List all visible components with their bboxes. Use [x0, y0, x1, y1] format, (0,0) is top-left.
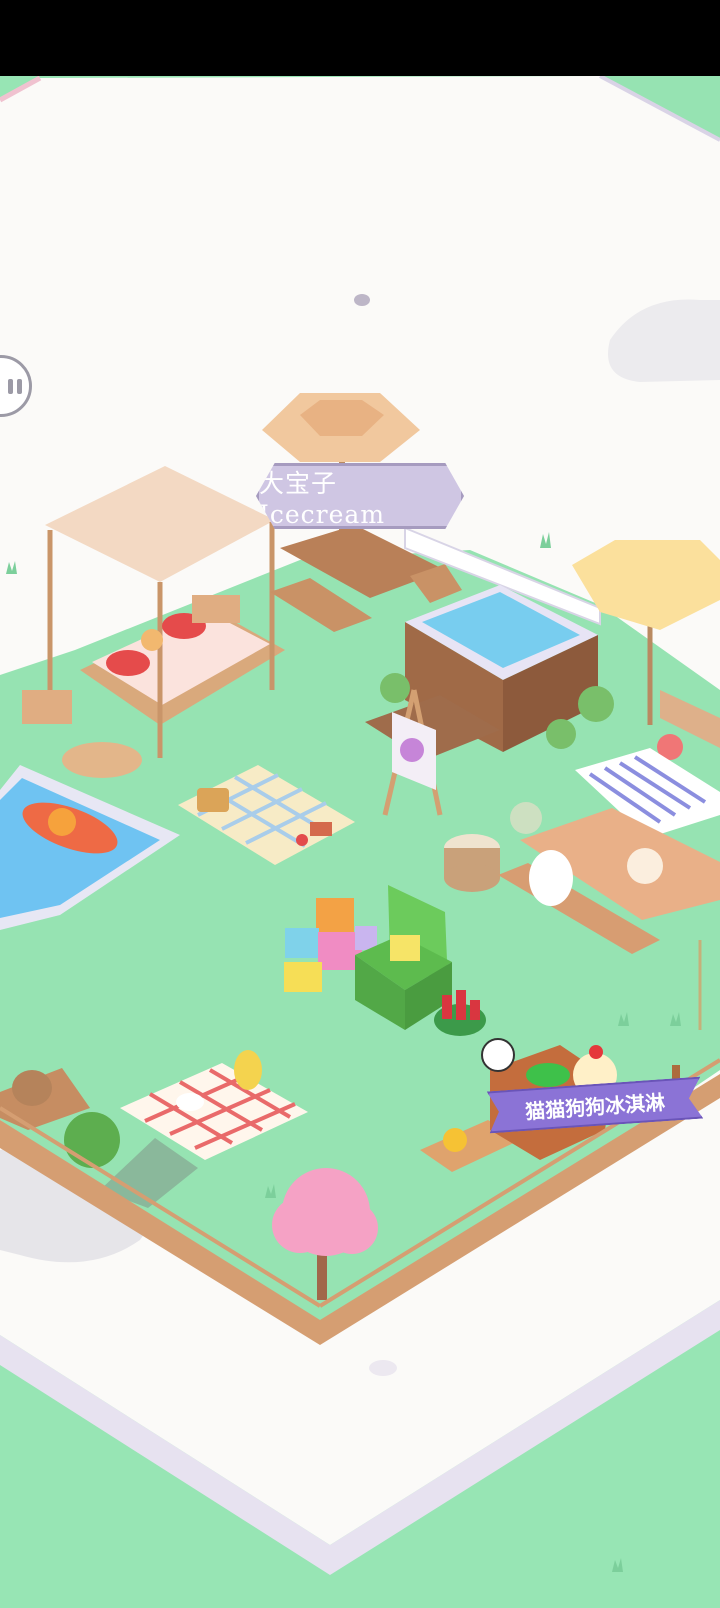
banana-cat-pet[interactable] [234, 1050, 262, 1090]
cherry-topping[interactable] [589, 1045, 603, 1059]
garden-name-sign[interactable]: 大宝子 Icecream [256, 463, 464, 529]
drink-cup[interactable] [510, 802, 542, 834]
game-scene[interactable] [0, 0, 720, 1608]
book[interactable] [310, 822, 332, 836]
cake-plate[interactable] [176, 1093, 204, 1111]
doormat[interactable] [62, 742, 142, 778]
white-dog-pet[interactable] [529, 850, 573, 906]
pause-icon [8, 378, 22, 394]
potted-plant[interactable] [380, 673, 410, 703]
frog-pet[interactable] [526, 1063, 570, 1087]
side-table[interactable] [192, 595, 240, 623]
pebble [354, 294, 370, 306]
lion-pet[interactable] [48, 808, 76, 836]
potted-plant[interactable] [578, 686, 614, 722]
status-bar [0, 0, 720, 76]
bush[interactable] [64, 1112, 120, 1168]
dog-pet[interactable] [627, 848, 663, 884]
picnic-basket[interactable] [197, 788, 229, 812]
garden-name-label: 大宝子 Icecream [259, 468, 386, 529]
apple[interactable] [296, 834, 308, 846]
cat-pet[interactable] [12, 1070, 52, 1106]
pebble [369, 1360, 397, 1376]
shop-banner-label: 猫猫狗狗冰淇淋 [524, 1089, 666, 1124]
fried-egg[interactable] [443, 1128, 467, 1152]
speech-bubble[interactable] [481, 1038, 515, 1072]
side-table[interactable] [22, 690, 72, 724]
potted-plant[interactable] [546, 719, 576, 749]
pouf[interactable] [444, 864, 500, 892]
